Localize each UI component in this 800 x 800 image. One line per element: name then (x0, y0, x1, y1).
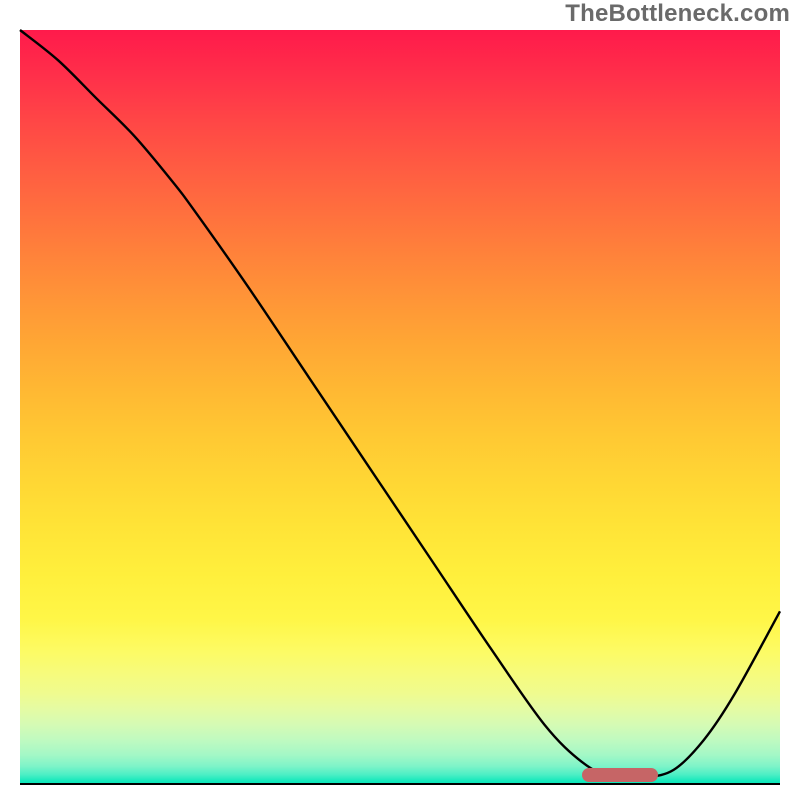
watermark-text: TheBottleneck.com (565, 0, 790, 28)
bottleneck-curve-line (20, 30, 780, 779)
optimal-range-marker (582, 768, 658, 782)
curve-svg (20, 30, 780, 785)
bottleneck-chart: TheBottleneck.com (0, 0, 800, 800)
plot-area (20, 30, 780, 785)
x-axis-line (20, 783, 780, 785)
